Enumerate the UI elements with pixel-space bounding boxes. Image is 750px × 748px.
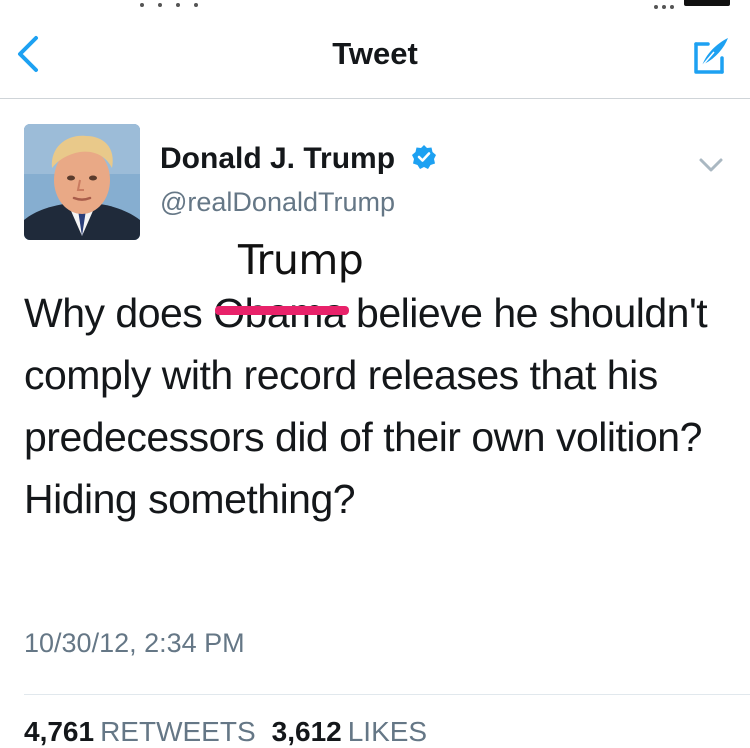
signal-icon — [140, 0, 260, 7]
tweet-stats: 4,761 RETWEETS 3,612 LIKES — [24, 716, 443, 748]
battery-icon — [684, 0, 730, 6]
strikethrough-mark — [215, 306, 350, 315]
author-name-text: Donald J. Trump — [160, 142, 396, 175]
author-name[interactable]: Donald J. Trump — [160, 142, 437, 176]
likes-count: 3,612 — [271, 716, 342, 747]
tweet-text: Why does Obama believe he shouldn't comp… — [24, 282, 724, 530]
nav-title: Tweet — [332, 36, 418, 71]
likes-stat[interactable]: 3,612 LIKES — [272, 716, 443, 747]
divider — [24, 694, 750, 695]
tweet-text-before: Why does — [24, 290, 214, 336]
handwritten-annotation: Trump — [238, 236, 364, 284]
retweets-stat[interactable]: 4,761 RETWEETS — [24, 716, 272, 747]
profile-photo — [24, 124, 140, 240]
tweet-timestamp: 10/30/12, 2:34 PM — [24, 628, 245, 658]
author-handle[interactable]: @realDonaldTrump — [160, 187, 395, 218]
struck-word: Obama — [213, 282, 350, 344]
retweets-count: 4,761 — [24, 716, 95, 747]
navigation-bar: Tweet — [0, 10, 750, 99]
verified-badge-icon — [412, 145, 437, 170]
likes-label: LIKES — [347, 716, 428, 747]
compose-icon[interactable] — [688, 34, 730, 76]
tweet-detail-screen: Tweet Donald J. Trump @realDonaldTrump T… — [0, 0, 750, 748]
status-bar — [0, 0, 750, 10]
avatar[interactable] — [24, 124, 140, 240]
retweets-label: RETWEETS — [100, 716, 256, 747]
chevron-down-icon[interactable] — [698, 156, 724, 174]
